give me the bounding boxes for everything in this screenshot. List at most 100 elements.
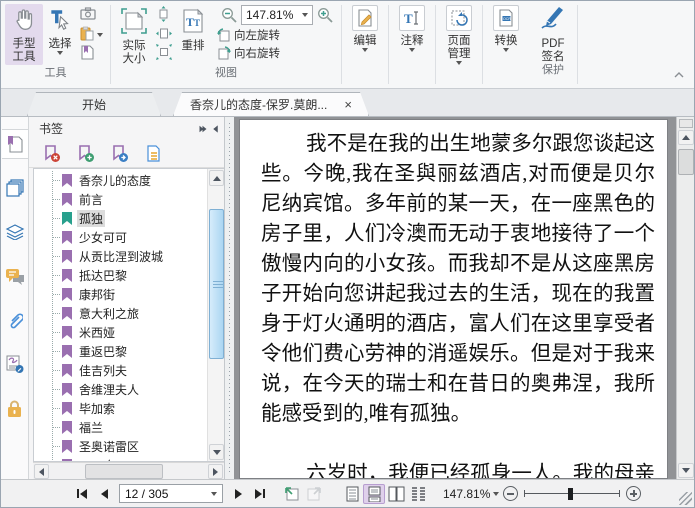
convert-button[interactable]: OCR 转换	[483, 1, 529, 88]
security-panel-tab[interactable]	[2, 393, 28, 423]
actual-size-button[interactable]: 实际大小	[115, 4, 153, 67]
layers-panel-tab[interactable]	[2, 217, 28, 247]
bookmark-item[interactable]: 佳吉列夫	[53, 361, 207, 380]
previous-view-button[interactable]	[281, 485, 303, 503]
bookmark-item[interactable]: 康邦街	[53, 285, 207, 304]
bookmarks-toolbar	[29, 140, 224, 168]
document-vertical-scrollbar[interactable]	[676, 117, 694, 479]
hand-tool-button[interactable]: 手型工具	[5, 4, 43, 65]
facing-layout-button[interactable]	[385, 484, 407, 504]
scroll-up-button[interactable]	[209, 170, 224, 186]
bookmark-item[interactable]: 毕加索	[53, 399, 207, 418]
reflow-button[interactable]: TT 重排	[175, 4, 211, 54]
bookmark-item[interactable]: 香奈儿的态度	[53, 171, 207, 190]
bookmark-flag-icon	[62, 287, 72, 301]
bookmarks-panel-title: 书签	[39, 122, 64, 136]
fit-width-button[interactable]	[154, 25, 174, 44]
scrollbar-thumb[interactable]	[85, 464, 163, 479]
add-bookmark-button[interactable]	[77, 144, 95, 163]
panel-collapse-icon[interactable]	[213, 124, 218, 133]
rotate-left-button[interactable]: 向左旋转	[217, 26, 337, 44]
delete-bookmark-button[interactable]	[43, 144, 61, 163]
tab-start[interactable]: 开始	[27, 92, 161, 116]
bookmark-page-button[interactable]	[78, 44, 105, 63]
panel-expand-icon[interactable]	[199, 125, 207, 133]
document-view: 我不是在我的出生地蒙多尔跟您谈起这些。今晚,我在圣與丽兹酒店,对而便是贝尔尼纳宾…	[234, 117, 694, 479]
bookmark-item[interactable]: 抵达巴黎	[53, 266, 207, 285]
bookmarks-panel-header: 书签	[29, 117, 224, 140]
scroll-left-button[interactable]	[34, 464, 49, 479]
bookmarks-horizontal-scrollbar[interactable]	[33, 462, 224, 479]
zoom-out-button[interactable]	[220, 6, 238, 24]
bookmark-item[interactable]: 福兰	[53, 418, 207, 437]
panel-resize-handle[interactable]	[225, 117, 234, 479]
next-page-button[interactable]	[227, 485, 249, 503]
zoom-out-circle-button[interactable]	[503, 486, 519, 501]
scrollbar-thumb[interactable]	[209, 209, 224, 359]
bookmark-item[interactable]: 重返巴黎	[53, 342, 207, 361]
clipboard-paste-button[interactable]	[78, 25, 105, 44]
bookmark-item[interactable]: 从贡比涅到波城	[53, 247, 207, 266]
next-view-button[interactable]	[303, 485, 325, 503]
zoom-in-circle-button[interactable]	[626, 486, 642, 501]
window-resize-grip[interactable]	[679, 492, 692, 505]
bookmark-item[interactable]: 少女可可	[53, 228, 207, 247]
main-area: 书签 香奈儿的态度 前言 孤独 少女可可 从贡比涅到波城 抵达巴黎 康邦街 意大…	[1, 117, 694, 479]
bookmark-flag-icon	[62, 173, 72, 187]
last-page-button[interactable]	[249, 485, 271, 503]
bookmarks-list: 香奈儿的态度 前言 孤独 少女可可 从贡比涅到波城 抵达巴黎 康邦街 意大利之旅…	[34, 171, 207, 461]
expand-bookmarks-button[interactable]	[145, 144, 163, 163]
scroll-down-button[interactable]	[209, 444, 224, 460]
bookmark-flag-icon	[62, 230, 72, 244]
tab-close-icon[interactable]: ×	[344, 97, 352, 112]
continuous-facing-layout-button[interactable]	[407, 484, 429, 504]
fit-page-icon	[156, 44, 172, 63]
zoom-slider[interactable]	[524, 487, 621, 501]
chevron-up-icon	[674, 72, 684, 78]
fit-page-button[interactable]	[154, 44, 174, 63]
split-view-button[interactable]	[679, 119, 693, 128]
bookmark-item[interactable]: 米西娅	[53, 323, 207, 342]
scroll-up-button[interactable]	[678, 130, 694, 145]
scroll-down-button[interactable]	[678, 463, 694, 478]
continuous-layout-button[interactable]	[363, 483, 385, 504]
bookmark-item[interactable]: 1922年	[53, 456, 207, 461]
first-page-button[interactable]	[71, 485, 93, 503]
pdf-sign-button[interactable]: PDF签名	[531, 1, 575, 64]
bookmark-item[interactable]: 意大利之旅	[53, 304, 207, 323]
page-management-button[interactable]: 页面管理	[436, 1, 482, 88]
bookmark-item[interactable]: 舍维浬夫人	[53, 380, 207, 399]
edit-button[interactable]: 编辑	[342, 1, 388, 88]
goto-bookmark-button[interactable]	[111, 144, 129, 163]
snapshot-button[interactable]	[78, 6, 105, 25]
previous-page-button[interactable]	[93, 485, 115, 503]
tab-document-active[interactable]: 香奈儿的态度-保罗.莫朗... ×	[173, 92, 369, 116]
comment-button[interactable]: T 注释	[389, 1, 435, 88]
bookmark-item[interactable]: 圣奥诺雷区	[53, 437, 207, 456]
bookmark-flag-icon	[62, 363, 72, 377]
select-tool-button[interactable]: 选择	[43, 4, 77, 56]
bookmarks-panel-tab[interactable]	[1, 129, 28, 159]
single-page-layout-button[interactable]	[341, 484, 363, 504]
page-number-combobox[interactable]: 12 / 305	[119, 484, 223, 503]
zoom-slider-handle[interactable]	[568, 487, 574, 500]
bookmarks-vertical-scrollbar[interactable]	[207, 169, 224, 461]
scroll-right-button[interactable]	[208, 464, 223, 479]
fit-height-button[interactable]	[154, 6, 174, 25]
chevron-down-icon[interactable]	[493, 491, 500, 496]
hand-tool-label: 手型工具	[12, 38, 36, 63]
page-thumbnails-tab[interactable]	[2, 173, 28, 203]
ribbon-collapse-button[interactable]	[672, 70, 686, 80]
ribbon-toolbar: 手型工具 选择 工具 实际大小 T T 重排 147.81% 向左旋转 向右旋转…	[1, 1, 694, 89]
chevron-down-icon	[456, 61, 462, 65]
bookmark-item[interactable]: 前言	[53, 190, 207, 209]
comments-panel-tab[interactable]	[2, 261, 28, 291]
signatures-panel-tab[interactable]	[2, 349, 28, 379]
tools-group: 手型工具 选择 工具	[1, 1, 110, 88]
zoom-in-button[interactable]	[316, 6, 334, 24]
bookmark-item-selected[interactable]: 孤独	[53, 209, 207, 228]
zoom-level-combobox[interactable]: 147.81%	[241, 5, 313, 25]
scrollbar-thumb[interactable]	[678, 149, 694, 175]
attachments-panel-tab[interactable]	[2, 305, 28, 335]
rotate-right-button[interactable]: 向右旋转	[217, 44, 337, 62]
